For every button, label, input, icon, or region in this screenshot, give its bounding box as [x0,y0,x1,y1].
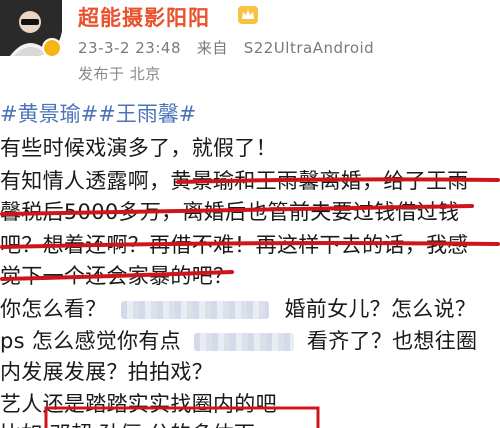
post-source: S22UltraAndroid [243,39,375,57]
post-text-line-redacted: 你怎么看？ 婚前女儿？怎么说？ [0,293,476,323]
username[interactable]: 超能摄影阳阳 [78,2,210,32]
post-header: 超能摄影阳阳 23-3-2 23:48 来自 S22UltraAndroid 发… [0,0,500,90]
post-text-segment: 婚前女儿？怎么说？ [284,297,477,321]
post-text-line: 比如 邓超 孙俪 分的多体面 [0,418,255,428]
post-text-line: 内发展发展？拍拍戏？ [0,360,213,384]
post-time: 23-3-2 23:48 [78,39,181,57]
post-text-segment: 你怎么看？ [0,297,107,321]
post-text-segment: ps 怎么感觉你有点 [0,329,181,353]
post-text-line: 艺人还是踏踏实实找圈内的吧 [0,392,277,416]
post-text-line-redacted: ps 怎么感觉你有点 看齐了？也想往圈 [0,325,477,355]
post-text-line: 馨税后5000多万，离婚后也管前夫要过钱借过钱 [0,200,460,224]
post-text-line: 觉下一个还会家暴的吧？ [0,264,235,288]
post-text-line: 有些时候戏演多了，就假了！ [0,136,277,160]
post-meta: 23-3-2 23:48 来自 S22UltraAndroid [78,37,374,58]
redacted-blur [193,333,294,351]
post-location: 发布于 北京 [78,65,161,83]
source-prefix: 来自 [196,39,228,57]
post-text-line: 吧？想着还啊？再借不难！再这样下去的话，我感 [0,233,469,257]
redacted-blur [121,301,270,319]
vip-badge-icon [42,38,62,58]
post-text-segment: 看齐了？也想往圈 [306,329,478,353]
hashtag-links[interactable]: #黄景瑜##王雨馨# [0,98,196,128]
crown-icon [238,6,258,24]
post-text-line: 有知情人透露啊，黄景瑜和王雨馨离婚，给了王雨 [0,169,469,193]
